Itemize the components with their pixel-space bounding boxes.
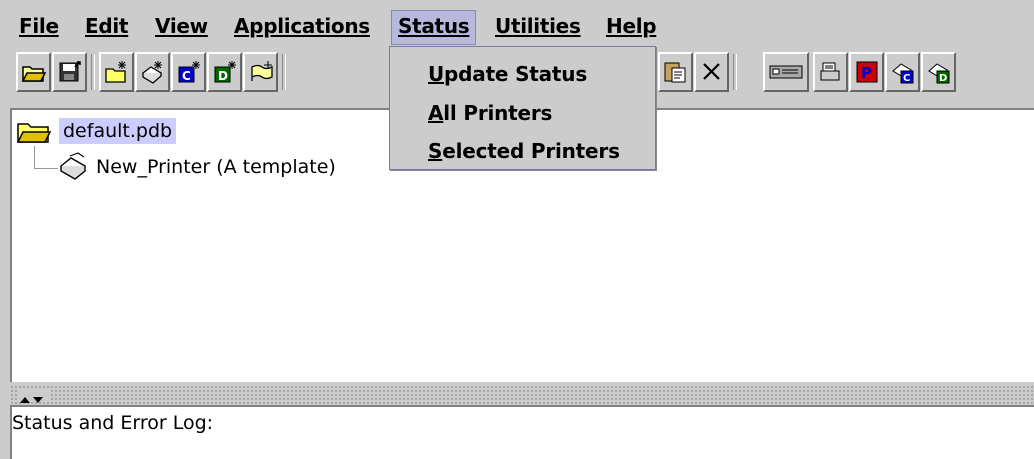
new-printer-button[interactable] xyxy=(135,52,170,92)
menu-applications[interactable]: Applications xyxy=(234,14,370,38)
menu-file[interactable]: File xyxy=(19,14,59,38)
device-icon xyxy=(769,65,803,79)
svg-text:C: C xyxy=(903,73,910,84)
new-d-printer-icon: D xyxy=(214,61,236,83)
split-pane-divider[interactable] xyxy=(10,385,1034,405)
menu-help[interactable]: Help xyxy=(606,14,657,38)
paste-button[interactable] xyxy=(658,52,693,92)
printer-c-icon: C xyxy=(892,63,914,84)
printer-status-icon xyxy=(820,62,840,81)
new-c-button[interactable]: C xyxy=(171,52,206,92)
printer-c-button[interactable]: C xyxy=(885,52,920,92)
svg-text:P: P xyxy=(861,64,872,82)
menu-item-update-status[interactable]: Update Status xyxy=(428,62,587,86)
paste-icon xyxy=(664,62,686,83)
menu-status[interactable]: Status xyxy=(391,10,477,45)
menu-view[interactable]: View xyxy=(155,14,208,38)
new-d-button[interactable]: D xyxy=(207,52,242,92)
status-log-panel[interactable]: Status and Error Log: xyxy=(10,405,1034,459)
new-folder-icon xyxy=(105,61,126,83)
open-button[interactable] xyxy=(16,52,51,92)
menu-bar: File Edit View Applications Status Utili… xyxy=(0,0,1034,46)
new-c-printer-icon: C xyxy=(178,61,200,83)
expand-collapse-arrows-icon xyxy=(20,397,43,403)
log-label: Status and Error Log: xyxy=(12,412,214,434)
splitter-arrows[interactable] xyxy=(18,390,50,403)
printer-p-button[interactable]: P xyxy=(849,52,884,92)
svg-text:D: D xyxy=(218,69,228,83)
open-folder-icon xyxy=(21,66,47,82)
toolbar-separator xyxy=(733,54,737,90)
new-folder-button[interactable] xyxy=(99,52,134,92)
menu-item-label: pdate Status xyxy=(444,62,588,86)
new-flag-button[interactable] xyxy=(243,52,278,92)
new-flag-icon xyxy=(251,61,273,81)
printer-d-icon: D xyxy=(928,63,950,84)
svg-text:C: C xyxy=(182,69,191,83)
tree-root-label: default.pdb xyxy=(59,118,177,144)
folder-icon xyxy=(16,123,52,143)
printer-p-icon: P xyxy=(856,61,878,83)
delete-button[interactable] xyxy=(694,52,729,92)
menu-item-label: elected Printers xyxy=(442,139,620,163)
device-button[interactable] xyxy=(763,52,809,92)
printer-d-button[interactable]: D xyxy=(921,52,956,92)
printer-icon xyxy=(59,152,87,180)
delete-icon xyxy=(703,63,720,80)
menu-edit[interactable]: Edit xyxy=(85,14,129,38)
printer-status-button[interactable] xyxy=(813,52,848,92)
menu-utilities[interactable]: Utilities xyxy=(495,14,581,38)
menu-item-label: ll Printers xyxy=(443,101,553,125)
mnemonic: A xyxy=(428,101,444,125)
tree-connector xyxy=(34,146,35,168)
new-printer-icon xyxy=(141,61,163,84)
status-dropdown-menu: Update Status All Printers Selected Prin… xyxy=(389,46,656,170)
menu-item-selected-printers[interactable]: Selected Printers xyxy=(428,139,620,163)
toolbar-separator xyxy=(91,54,95,90)
toolbar-separator xyxy=(282,54,286,90)
mnemonic: S xyxy=(428,139,443,163)
tree-connector xyxy=(34,168,58,169)
save-button[interactable] xyxy=(52,52,87,92)
mnemonic: U xyxy=(428,62,445,86)
svg-text:D: D xyxy=(939,73,947,84)
save-disk-icon xyxy=(59,61,81,82)
tree-child-label: New_Printer (A template) xyxy=(96,156,336,178)
menu-item-all-printers[interactable]: All Printers xyxy=(428,101,552,125)
